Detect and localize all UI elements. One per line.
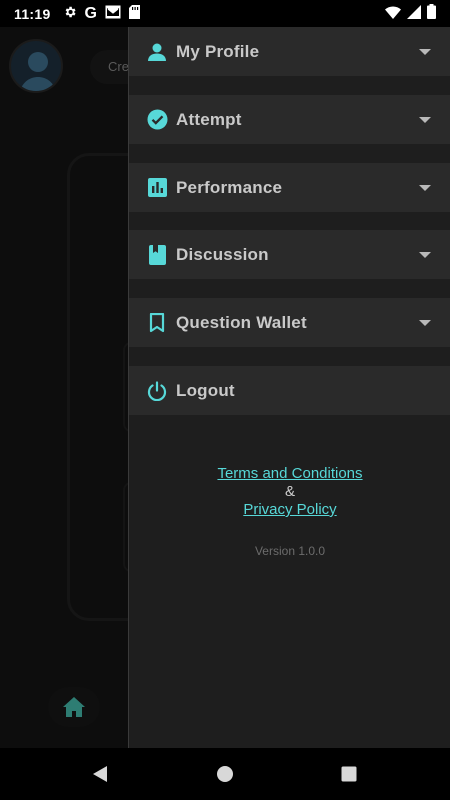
menu-item-label: My Profile bbox=[176, 41, 260, 61]
person-icon bbox=[146, 41, 168, 63]
wifi-icon bbox=[385, 4, 401, 23]
chevron-down-icon bbox=[419, 251, 431, 258]
privacy-link[interactable]: Privacy Policy bbox=[129, 501, 450, 518]
screen: 11:19 G Cre My Profile Attempt Performan… bbox=[0, 0, 450, 800]
menu-item-question-wallet[interactable]: Question Wallet bbox=[129, 298, 450, 347]
system-navigation-bar bbox=[0, 748, 450, 800]
menu-item-performance[interactable]: Performance bbox=[129, 163, 450, 212]
mail-icon bbox=[105, 4, 121, 23]
chevron-down-icon bbox=[419, 48, 431, 55]
check-circle-icon bbox=[146, 109, 168, 131]
home-circle-icon bbox=[217, 766, 233, 782]
menu-item-attempt[interactable]: Attempt bbox=[129, 95, 450, 144]
home-nav-button[interactable] bbox=[213, 762, 237, 786]
status-time: 11:19 bbox=[14, 5, 51, 22]
recents-icon bbox=[341, 766, 357, 782]
home-button bbox=[48, 687, 100, 727]
status-icons-right bbox=[385, 4, 436, 23]
menu-item-label: Performance bbox=[176, 177, 283, 197]
bookmark-icon bbox=[146, 312, 168, 334]
chevron-down-icon bbox=[419, 184, 431, 191]
home-icon bbox=[63, 697, 85, 717]
battery-icon bbox=[427, 4, 436, 23]
menu-item-label: Question Wallet bbox=[176, 312, 307, 332]
avatar bbox=[9, 39, 63, 93]
bar-chart-icon bbox=[146, 177, 168, 199]
menu-item-label: Attempt bbox=[176, 109, 242, 129]
back-icon bbox=[93, 766, 107, 782]
ampersand: & bbox=[284, 483, 295, 500]
menu-item-logout[interactable]: Logout bbox=[129, 366, 450, 415]
gear-icon bbox=[63, 4, 77, 23]
menu-item-my-profile[interactable]: My Profile bbox=[129, 27, 450, 76]
sd-card-icon bbox=[129, 4, 140, 23]
google-icon: G bbox=[84, 4, 97, 22]
legal-links: Terms and Conditions & Privacy Policy bbox=[129, 465, 450, 518]
chevron-down-icon bbox=[419, 116, 431, 123]
avatar-person-icon bbox=[19, 52, 57, 91]
menu-item-discussion[interactable]: Discussion bbox=[129, 230, 450, 279]
status-bar: 11:19 G bbox=[0, 0, 450, 27]
book-icon bbox=[146, 244, 168, 266]
signal-icon bbox=[407, 4, 421, 23]
terms-link[interactable]: Terms and Conditions bbox=[129, 465, 450, 482]
power-icon bbox=[146, 380, 168, 402]
chevron-down-icon bbox=[419, 319, 431, 326]
recents-button[interactable] bbox=[337, 762, 361, 786]
navigation-drawer: My Profile Attempt Performance Discussio… bbox=[128, 27, 450, 748]
status-icons-left: G bbox=[63, 4, 140, 23]
menu-item-label: Discussion bbox=[176, 244, 269, 264]
version-text: Version 1.0.0 bbox=[254, 544, 326, 558]
menu-item-label: Logout bbox=[176, 380, 235, 400]
back-button[interactable] bbox=[88, 762, 112, 786]
